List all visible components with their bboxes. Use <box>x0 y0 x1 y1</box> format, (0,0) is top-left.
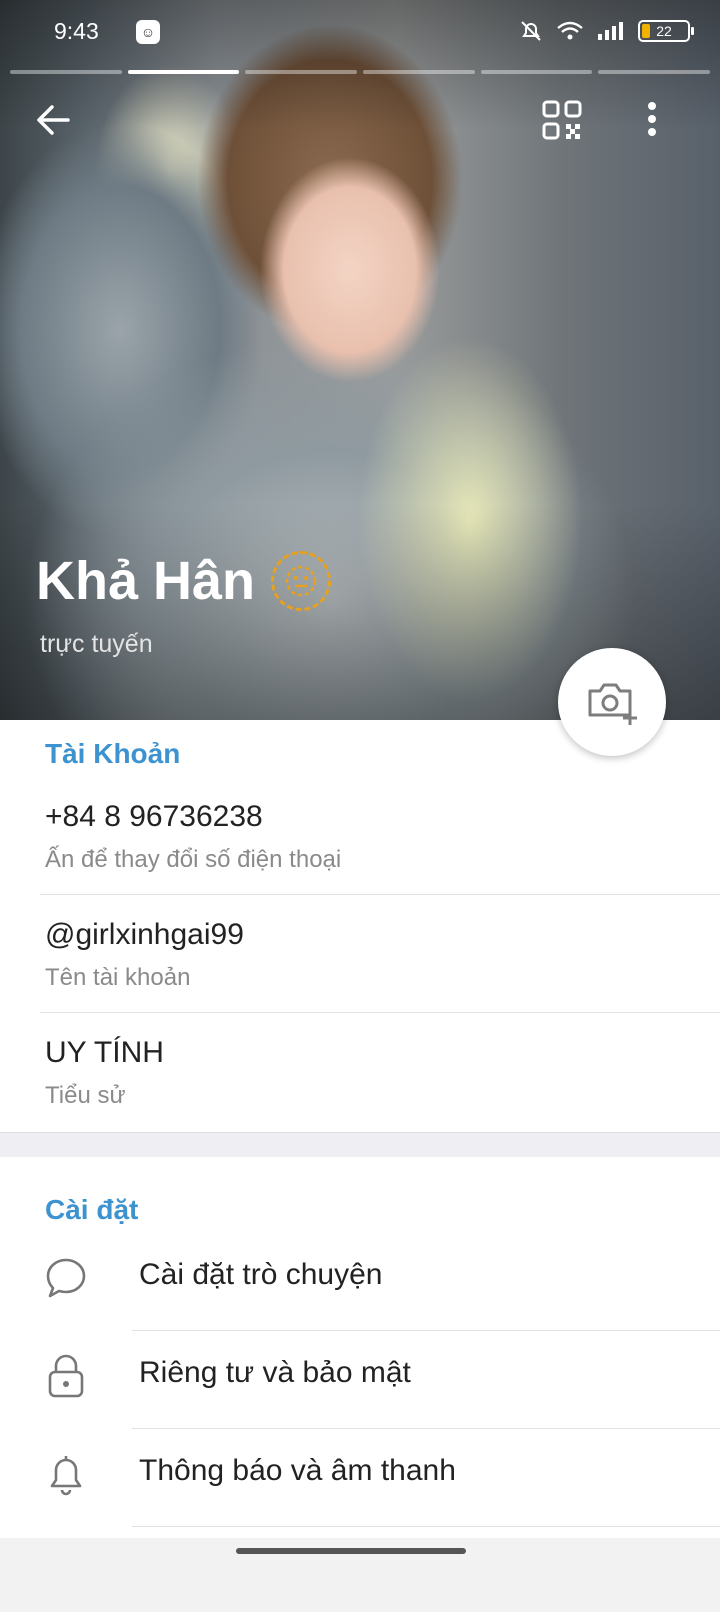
camera-add-icon <box>588 683 637 725</box>
story-segment <box>10 70 122 74</box>
qr-code-icon <box>542 100 582 140</box>
wifi-icon <box>557 21 583 40</box>
section-separator <box>0 1132 720 1157</box>
bio-row[interactable]: UY TÍNH Tiểu sử <box>45 1036 705 1110</box>
story-segment <box>363 70 475 74</box>
story-segment <box>245 70 358 74</box>
profile-name-text: Khả Hân <box>36 551 256 611</box>
username: @girlxinhgai99 <box>45 918 244 951</box>
bell-icon <box>50 1456 82 1496</box>
status-time: 9:43 <box>54 18 99 44</box>
home-indicator[interactable] <box>236 1548 466 1554</box>
arrow-left-icon <box>37 105 70 135</box>
profile-name: Khả Hân <box>36 550 332 612</box>
emoji-status-badge[interactable] <box>271 551 332 611</box>
bio-hint: Tiểu sử <box>45 1082 126 1109</box>
setting-label: Thông báo và âm thanh <box>139 1454 456 1487</box>
username-hint: Tên tài khoản <box>45 964 191 991</box>
setting-label: Riêng tư và bảo mật <box>139 1356 411 1389</box>
divider <box>40 894 720 895</box>
divider <box>132 1428 720 1429</box>
signal-icon <box>598 22 623 40</box>
phone-row[interactable]: +84 8 96736238 Ấn để thay đổi số điện th… <box>45 800 705 874</box>
more-vertical-icon <box>648 102 656 136</box>
setting-item-chat[interactable]: Cài đặt trò chuyện <box>0 1236 720 1334</box>
back-button[interactable] <box>32 98 76 142</box>
set-photo-button[interactable] <box>558 648 666 756</box>
lock-icon <box>48 1354 84 1398</box>
phone-hint: Ấn để thay đổi số điện thoại <box>45 846 342 873</box>
online-status: trực tuyến <box>40 630 153 658</box>
story-segment <box>598 70 711 74</box>
status-icons: 22 <box>518 20 694 42</box>
chat-bubble-icon <box>46 1258 86 1298</box>
neutral-face-icon <box>285 565 317 597</box>
more-options-button[interactable] <box>630 98 674 142</box>
story-segment-active <box>127 70 240 74</box>
settings-section-title: Cài đặt <box>45 1194 139 1225</box>
mute-icon <box>521 21 541 41</box>
username-row[interactable]: @girlxinhgai99 Tên tài khoản <box>45 918 705 992</box>
setting-item-notifications[interactable]: Thông báo và âm thanh <box>0 1432 720 1530</box>
photo-overlay <box>0 0 720 720</box>
divider <box>132 1330 720 1331</box>
qr-code-button[interactable] <box>540 98 584 142</box>
setting-item-privacy[interactable]: Riêng tư và bảo mật <box>0 1334 720 1432</box>
phone-number: +84 8 96736238 <box>45 800 263 833</box>
app-notification-icon: ☺ <box>136 20 160 44</box>
account-section-title: Tài Khoản <box>45 738 181 769</box>
battery-icon: 22 <box>638 20 694 42</box>
story-progress <box>10 70 711 74</box>
status-bar: 9:43 ☺ 22 <box>0 0 720 66</box>
setting-label: Cài đặt trò chuyện <box>139 1258 383 1291</box>
battery-level: 22 <box>656 23 672 39</box>
story-segment <box>480 70 593 74</box>
divider <box>132 1526 720 1527</box>
bio: UY TÍNH <box>45 1036 164 1069</box>
divider <box>40 1012 720 1013</box>
